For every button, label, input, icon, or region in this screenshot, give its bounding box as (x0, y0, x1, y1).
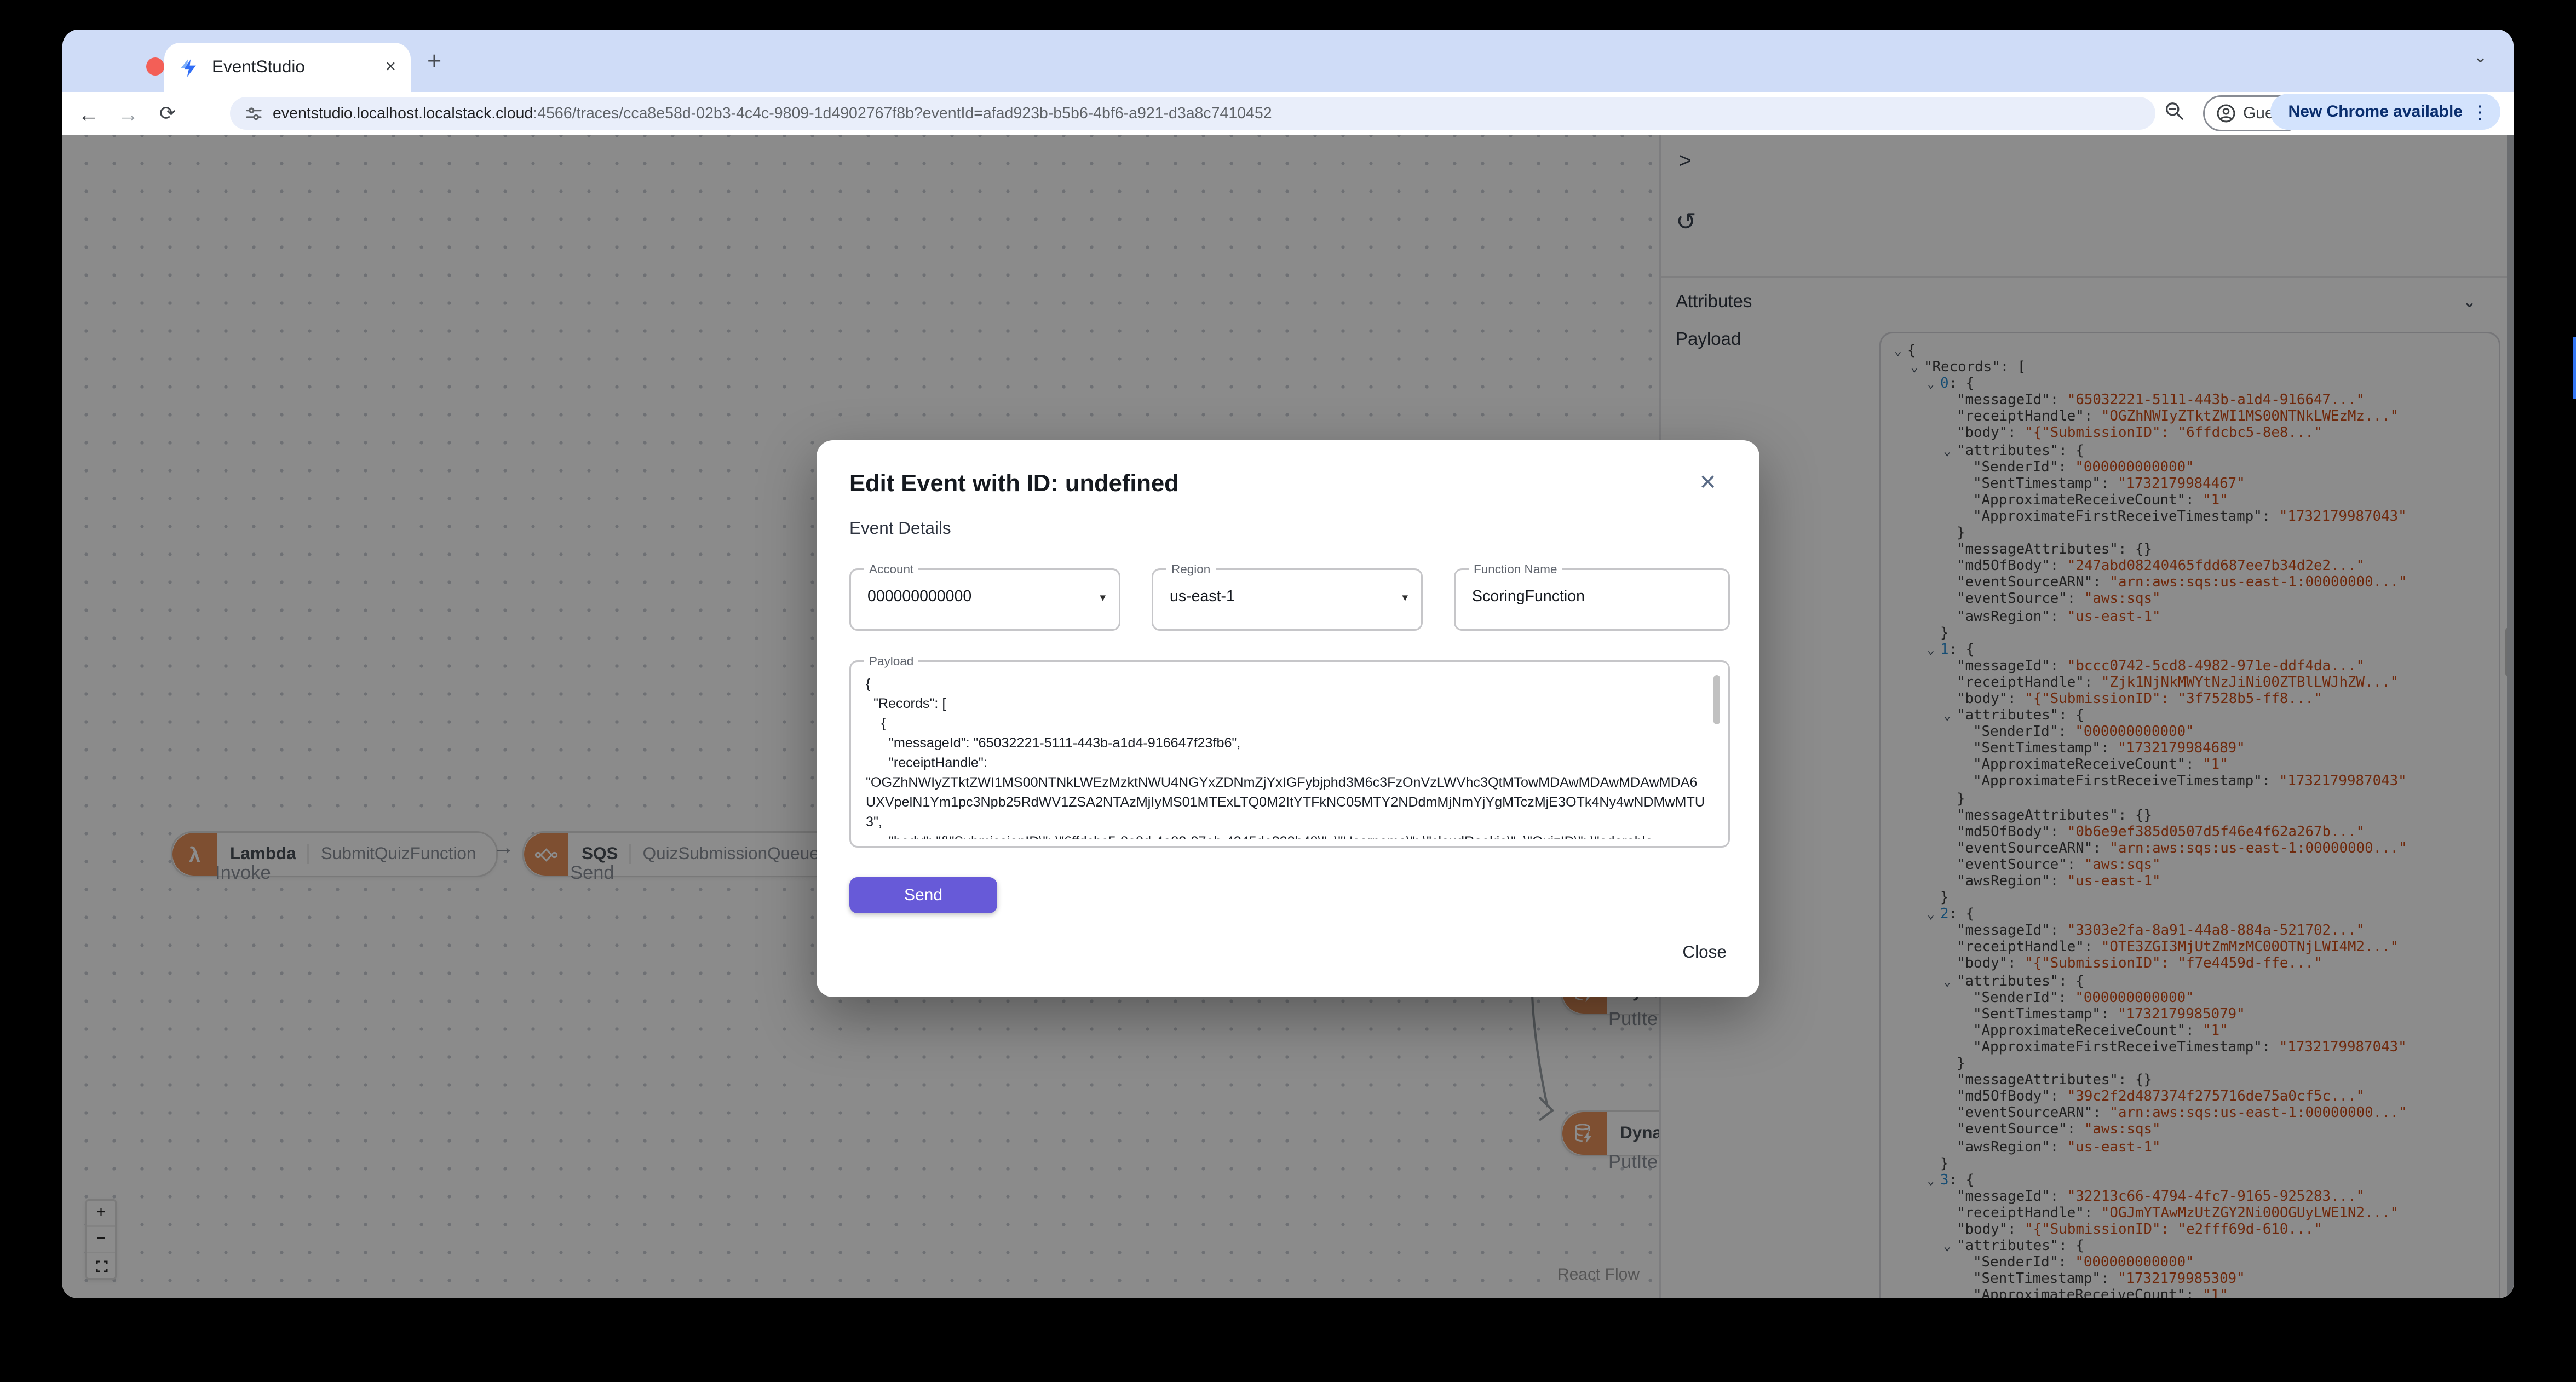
modal-close-icon[interactable]: ✕ (1699, 470, 1717, 496)
function-name-field[interactable]: Function Name ScoringFunction (1454, 562, 1730, 631)
region-label: Region (1166, 562, 1216, 577)
browser-toolbar: ← → ⟳ eventstudio.localhost.localstack.c… (62, 92, 2514, 136)
edit-event-modal: Edit Event with ID: undefined ✕ Event De… (817, 440, 1760, 997)
tab-close-icon[interactable]: × (386, 57, 396, 77)
zoom-indicator-icon[interactable] (2164, 100, 2185, 122)
modal-subtitle: Event Details (849, 519, 951, 539)
desktop-edge-sliver (2572, 337, 2576, 399)
function-name-value: ScoringFunction (1472, 588, 1585, 606)
chevron-down-icon[interactable]: ▾ (1100, 591, 1106, 604)
tab-strip: EventStudio × + ⌄ (62, 30, 2514, 92)
send-button[interactable]: Send (849, 877, 997, 913)
forward-button[interactable]: → (108, 92, 148, 135)
browser-window: EventStudio × + ⌄ ← → ⟳ eventstudio.loca… (62, 30, 2514, 1298)
reload-button[interactable]: ⟳ (148, 92, 187, 135)
url-host: eventstudio.localhost.localstack.cloud (273, 104, 533, 123)
tab-search-chevron-icon[interactable]: ⌄ (2474, 49, 2487, 67)
region-value: us-east-1 (1170, 588, 1235, 606)
function-name-label: Function Name (1469, 562, 1562, 577)
account-label: Account (864, 562, 919, 577)
tab-eventstudio[interactable]: EventStudio × (164, 43, 411, 92)
payload-input[interactable]: { "Records": [ { "messageId": "65032221-… (866, 673, 1707, 839)
chrome-update-button[interactable]: New Chrome available ⋮ (2270, 94, 2500, 130)
eventstudio-favicon-icon (179, 57, 200, 78)
macos-close-icon[interactable] (146, 57, 164, 76)
chrome-update-label: New Chrome available (2288, 102, 2463, 121)
modal-title: Edit Event with ID: undefined (849, 471, 1179, 498)
browser-menu-icon[interactable]: ⋮ (2471, 101, 2489, 123)
site-settings-icon[interactable] (245, 105, 263, 123)
back-button[interactable]: ← (69, 92, 108, 135)
guest-avatar-icon (2217, 103, 2236, 123)
region-select[interactable]: Region us-east-1 ▾ (1152, 562, 1423, 631)
account-value: 000000000000 (867, 588, 972, 606)
account-select[interactable]: Account 000000000000 ▾ (849, 562, 1120, 631)
url-path: :4566/traces/cca8e58d-02b3-4c4c-9809-1d4… (533, 104, 1272, 123)
payload-label: Payload (864, 654, 919, 669)
screenshot-stage: EventStudio × + ⌄ ← → ⟳ eventstudio.loca… (0, 0, 2576, 1381)
url-bar[interactable]: eventstudio.localhost.localstack.cloud:4… (230, 97, 2155, 130)
payload-scrollbar-thumb[interactable] (1712, 675, 1720, 724)
tab-title: EventStudio (212, 57, 305, 77)
payload-field[interactable]: Payload { "Records": [ { "messageId": "6… (849, 654, 1730, 848)
chevron-down-icon[interactable]: ▾ (1402, 591, 1408, 604)
new-tab-button[interactable]: + (427, 49, 441, 74)
close-button[interactable]: Close (1682, 943, 1727, 963)
url-text: eventstudio.localhost.localstack.cloud:4… (273, 105, 1272, 123)
